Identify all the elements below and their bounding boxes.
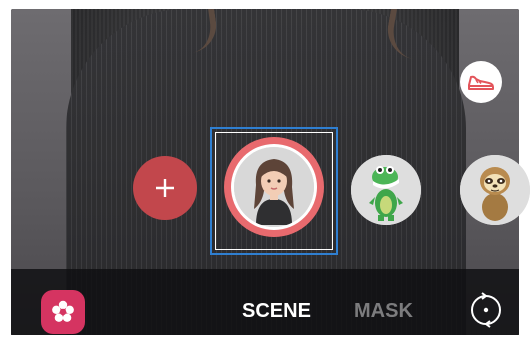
dinosaur-emoji [351, 155, 421, 225]
bixby-vision-button[interactable] [41, 290, 85, 334]
add-emoji-button[interactable] [133, 156, 197, 220]
sticker-button[interactable] [460, 61, 502, 103]
emoji-item-dinosaur[interactable] [351, 155, 421, 225]
tab-mask[interactable]: MASK [354, 300, 413, 323]
sneaker-icon [468, 75, 494, 90]
sloth-emoji [460, 155, 530, 225]
switch-camera-button[interactable] [467, 291, 505, 329]
emoji-item-sloth[interactable] [460, 155, 530, 225]
tab-scene[interactable]: SCENE [242, 300, 311, 323]
my-emoji-avatar [234, 147, 314, 227]
plus-icon [156, 179, 174, 197]
emoji-item-my-emoji[interactable] [224, 137, 324, 237]
switch-camera-icon [471, 292, 501, 328]
flower-icon [52, 300, 74, 322]
